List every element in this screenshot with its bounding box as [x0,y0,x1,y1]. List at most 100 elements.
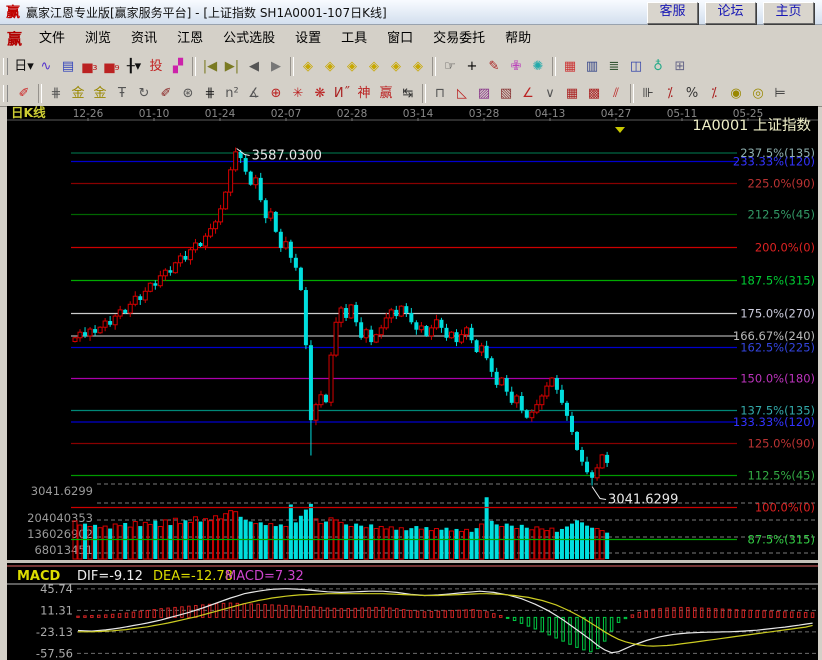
width-measure-icon[interactable]: ↹ [397,82,419,104]
gann-diamond-left-icon[interactable]: ◈ [297,55,319,77]
percent-line-icon[interactable]: ⁒ [703,82,725,104]
candle [73,338,77,342]
diag-lines-icon[interactable]: ⫽ [605,82,627,104]
candle [143,291,147,300]
next-page-icon[interactable]: ▶ [265,55,287,77]
shen-tool-icon[interactable]: 神 [353,82,375,104]
gann-web-icon[interactable]: ✳ [287,82,309,104]
pane-label: 日K线 [11,106,46,120]
menu-news[interactable]: 资讯 [121,26,167,52]
menu-tools[interactable]: 工具 [331,26,377,52]
gann-diamond-fit-icon[interactable]: ◈ [385,55,407,77]
menu-trade-order[interactable]: 交易委托 [423,26,495,52]
percent-icon[interactable]: % [681,82,703,104]
candle [93,329,97,333]
ying-tool-icon[interactable]: 赢 [375,82,397,104]
gann-diamond-expand-icon[interactable]: ◈ [341,55,363,77]
candle [394,310,398,316]
compass-icon[interactable]: ⊛ [177,82,199,104]
angle-line-icon[interactable]: ∠ [517,82,539,104]
candle [158,276,162,286]
drawing-toolbar: ✐⋕金金Ŧ↻✐⊛⋕n²∡⊕✳❋И˝神赢↹⊓◺▨▧∠∨▦▩⫽⊪⁒%⁒◉◎⊨ [0,80,822,107]
menu-formula-stock-pick[interactable]: 公式选股 [213,26,285,52]
calculator-icon[interactable]: ▥ [581,55,603,77]
angle-tool-icon[interactable]: ∡ [243,82,265,104]
volume-bar [520,525,524,559]
volume-3-icon[interactable]: ▅₃ [79,55,101,77]
volume-bar [289,504,293,559]
candle [349,305,353,318]
gann-diamond-shrink-icon[interactable]: ◈ [363,55,385,77]
color-trend-icon[interactable]: ▞ [167,55,189,77]
spiral-icon[interactable]: ↻ [133,82,155,104]
calendar-icon[interactable]: ▦ [559,55,581,77]
kline-type-dropdown-icon[interactable]: 日▾ [13,55,35,77]
box-grid-icon[interactable]: ⊓ [429,82,451,104]
n2-grid-icon[interactable]: n² [221,82,243,104]
gann-line-label: 150.0%(180) [740,372,815,386]
gold-circle-2-icon[interactable]: ◎ [747,82,769,104]
info-board-icon[interactable]: ▤ [57,55,79,77]
box-fan-2-icon[interactable]: ▧ [495,82,517,104]
prev-page-icon[interactable]: ◀ [243,55,265,77]
candle [188,250,192,260]
menu-gann[interactable]: 江恩 [167,26,213,52]
print-icon[interactable]: ⊞ [669,55,691,77]
volume-bar [199,522,203,559]
pencil-red-icon[interactable]: ✐ [13,82,35,104]
home-button[interactable]: 主页 [763,2,814,24]
red-grid-2-icon[interactable]: ▩ [583,82,605,104]
crosshair-tool-icon[interactable]: + [461,55,483,77]
hand-tool-icon[interactable]: ☞ [439,55,461,77]
percent-bars-icon[interactable]: ⊪ [637,82,659,104]
toolbar-grip[interactable] [3,85,8,102]
gold-grid-2-icon[interactable]: 金 [89,82,111,104]
candle [470,328,474,340]
chart-canvas[interactable]: 12-2601-1001-2402-0702-2803-1403-2804-13… [7,106,818,660]
gann-web-2-icon[interactable]: ❋ [309,82,331,104]
analyze-brain-icon[interactable]: ✺ [527,55,549,77]
pen-tool-icon[interactable]: ✎ [483,55,505,77]
web-globe-icon[interactable]: ♁ [647,55,669,77]
v-line-icon[interactable]: ∨ [539,82,561,104]
f-grid-icon[interactable]: Ŧ [111,82,133,104]
grid-icon[interactable]: ⋕ [45,82,67,104]
title-bar: 赢 赢家江恩专业版[赢家服务平台] - [上证指数 SH1A0001-107日K… [0,0,822,25]
candle [480,346,484,352]
menu-settings[interactable]: 设置 [285,26,331,52]
menu-help[interactable]: 帮助 [495,26,541,52]
forum-button[interactable]: 论坛 [705,2,756,24]
candle [585,462,589,473]
customer-service-button[interactable]: 客服 [647,2,698,24]
target-red-icon[interactable]: ⊕ [265,82,287,104]
notes-icon[interactable]: ≣ [603,55,625,77]
red-grid-icon[interactable]: ▦ [561,82,583,104]
toolbar-separator [552,57,556,76]
gann-diamond-all-icon[interactable]: ◈ [407,55,429,77]
volume-bar [455,529,459,559]
marker-pen-icon[interactable]: ✐ [155,82,177,104]
last-page-icon[interactable]: ▶| [221,55,243,77]
bars-plus-icon[interactable]: ⊨ [769,82,791,104]
candle [103,321,107,327]
candle [364,330,368,338]
swing-mark-icon[interactable]: И˝ [331,82,353,104]
first-page-icon[interactable]: |◀ [199,55,221,77]
dense-grid-icon[interactable]: ⋕ [199,82,221,104]
menu-window[interactable]: 窗口 [377,26,423,52]
box-fan-icon[interactable]: ▨ [473,82,495,104]
menu-browse[interactable]: 浏览 [75,26,121,52]
save-icon[interactable]: ◫ [625,55,647,77]
wave-overlay-icon[interactable]: ∿ [35,55,57,77]
percent-tri-icon[interactable]: ⁒ [659,82,681,104]
memo-icon[interactable]: 投 [145,55,167,77]
volume-9-icon[interactable]: ▅₉ [101,55,123,77]
toolbar-grip[interactable] [3,58,8,75]
magic-tool-icon[interactable]: ✙ [505,55,527,77]
gold-grid-1-icon[interactable]: 金 [67,82,89,104]
gann-diamond-right-icon[interactable]: ◈ [319,55,341,77]
fan-lines-icon[interactable]: ◺ [451,82,473,104]
gold-circle-icon[interactable]: ◉ [725,82,747,104]
candle-style-dropdown-icon[interactable]: ╂▾ [123,55,145,77]
menu-file[interactable]: 文件 [29,26,75,52]
